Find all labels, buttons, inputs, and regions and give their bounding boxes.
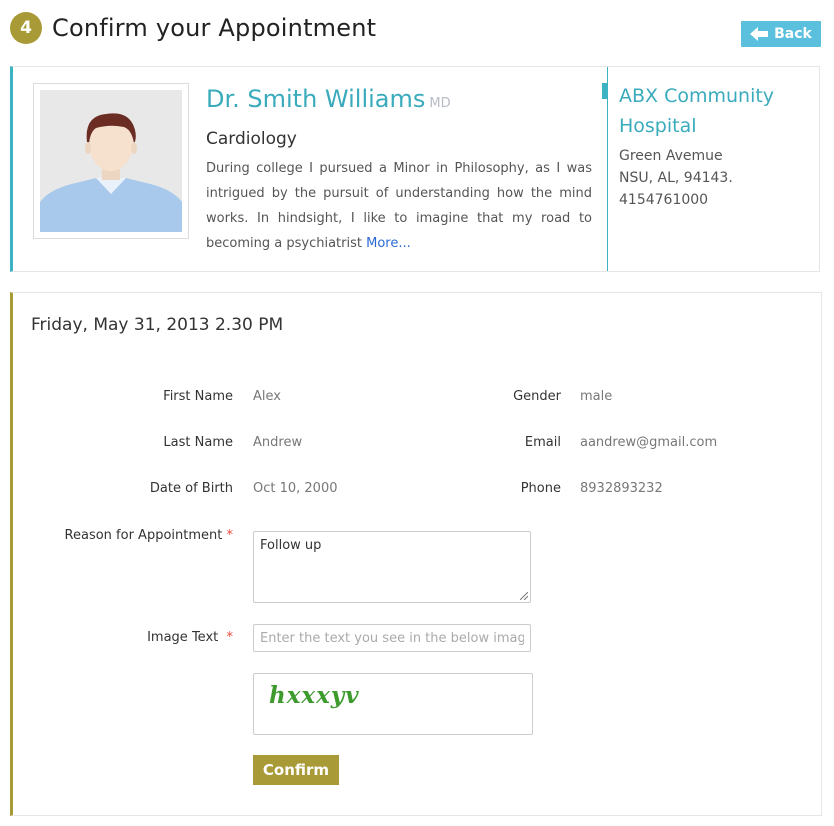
doctor-suffix: MD	[429, 96, 451, 111]
hospital-panel: ABX Community Hospital Green Avemue NSU,…	[602, 67, 821, 271]
appointment-card: Friday, May 31, 2013 2.30 PM First Name …	[10, 292, 822, 816]
image-text-label-text: Image Text	[147, 630, 219, 645]
gender-label: Gender	[513, 389, 561, 404]
hospital-address-line2: NSU, AL, 94143.	[619, 170, 733, 186]
doctor-specialty: Cardiology	[206, 129, 297, 149]
first-name-value: Alex	[253, 389, 281, 404]
phone-value: 8932893232	[580, 481, 663, 496]
back-button-label: Back	[774, 26, 812, 42]
first-name-label: First Name	[163, 389, 233, 404]
more-link[interactable]: More...	[366, 236, 411, 251]
step-header: 4 Confirm your Appointment	[10, 10, 376, 46]
reason-text: Follow up	[260, 538, 322, 553]
reason-label: Reason for Appointment *	[33, 528, 233, 543]
hospital-marker	[602, 83, 607, 99]
image-text-input[interactable]	[253, 624, 531, 652]
resize-handle-icon[interactable]	[520, 592, 528, 600]
doctor-name: Dr. Smith Williams MD	[206, 85, 451, 113]
hospital-address-line1: Green Avemue	[619, 148, 723, 164]
page-title: Confirm your Appointment	[52, 14, 377, 42]
doctor-card: Dr. Smith Williams MD Cardiology During c…	[10, 66, 820, 272]
email-value: aandrew@gmail.com	[580, 435, 718, 450]
image-text-label: Image Text *	[33, 630, 233, 645]
reason-label-text: Reason for Appointment	[64, 528, 223, 543]
last-name-label: Last Name	[163, 435, 233, 450]
confirm-button[interactable]: Confirm	[253, 755, 339, 785]
doctor-avatar-icon	[40, 90, 182, 232]
hospital-phone: 4154761000	[619, 192, 709, 208]
doctor-bio: During college I pursued a Minor in Phil…	[206, 156, 592, 256]
captcha-text: hxxxyv	[269, 682, 360, 709]
image-text-required-mark: *	[226, 630, 234, 645]
arrow-left-icon	[750, 27, 769, 41]
hospital-name: ABX Community Hospital	[619, 85, 775, 137]
doctor-photo	[33, 83, 189, 239]
phone-label: Phone	[520, 481, 561, 496]
step-number-badge: 4	[10, 12, 42, 44]
doctor-name-text: Dr. Smith Williams	[206, 85, 426, 113]
appointment-datetime: Friday, May 31, 2013 2.30 PM	[31, 315, 284, 335]
captcha-image: hxxxyv	[253, 673, 533, 735]
dob-value: Oct 10, 2000	[253, 481, 338, 496]
hospital-address: Green Avemue NSU, AL, 94143. 4154761000	[619, 145, 733, 211]
reason-required-mark: *	[226, 528, 234, 543]
back-button[interactable]: Back	[741, 21, 821, 47]
email-label: Email	[524, 435, 561, 450]
reason-textarea[interactable]: Follow up	[253, 531, 531, 603]
gender-value: male	[580, 389, 613, 404]
dob-label: Date of Birth	[149, 481, 233, 496]
last-name-value: Andrew	[253, 435, 303, 450]
